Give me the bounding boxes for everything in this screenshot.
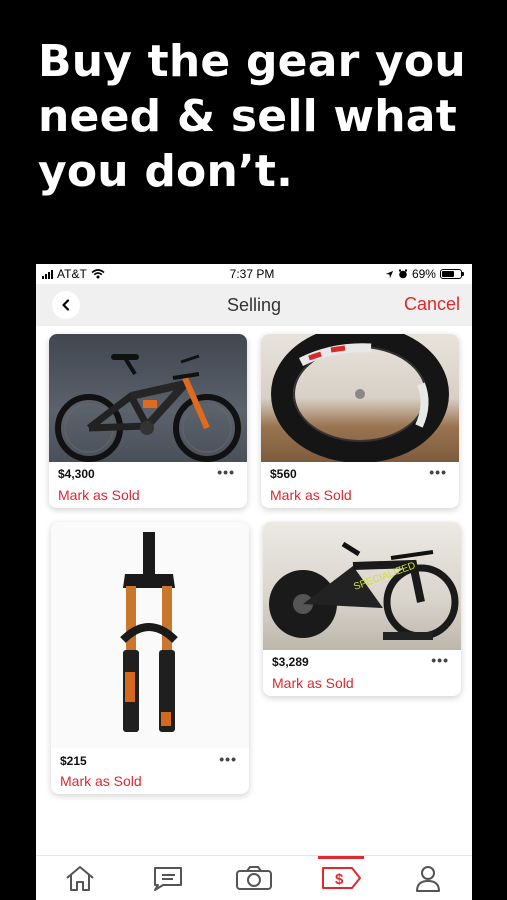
profile-icon bbox=[416, 866, 441, 892]
chevron-left-icon bbox=[62, 299, 70, 311]
more-options-icon[interactable]: ••• bbox=[219, 751, 237, 767]
status-bar: AT&T 7:37 PM 69% bbox=[36, 264, 472, 284]
listing-card[interactable]: $4,300 ••• Mark as Sold bbox=[49, 334, 247, 508]
svg-text:$: $ bbox=[335, 871, 344, 888]
alarm-icon bbox=[398, 269, 407, 279]
battery-icon bbox=[439, 269, 464, 279]
signal-icon bbox=[42, 269, 53, 279]
chat-icon bbox=[153, 867, 182, 891]
carrier-label: AT&T bbox=[57, 267, 87, 281]
listing-price: $215 bbox=[60, 754, 87, 768]
more-options-icon[interactable]: ••• bbox=[431, 652, 449, 668]
wifi-icon bbox=[91, 269, 105, 279]
listing-price: $560 bbox=[270, 467, 297, 481]
mark-as-sold-button[interactable]: Mark as Sold bbox=[270, 487, 352, 503]
more-options-icon[interactable]: ••• bbox=[429, 464, 447, 480]
page-title: Selling bbox=[226, 294, 282, 315]
triathlon-bike-photo[interactable]: SPECIALIZED bbox=[263, 522, 461, 650]
listings-grid: $4,300 ••• Mark as Sold $560 ••• Mark as… bbox=[36, 326, 472, 856]
location-icon bbox=[385, 270, 394, 278]
mark-as-sold-button[interactable]: Mark as Sold bbox=[58, 487, 140, 503]
listing-card[interactable]: SPECIALIZED $3,289 ••• Mark as Sold bbox=[263, 522, 461, 696]
tab-bar: $ bbox=[36, 855, 472, 900]
promo-headline: Buy the gear you need & sell what you do… bbox=[38, 34, 478, 199]
tab-profile[interactable] bbox=[403, 858, 453, 898]
nav-bar: Selling Cancel bbox=[36, 284, 472, 326]
battery-percent: 69% bbox=[411, 267, 436, 281]
carbon-wheel-photo[interactable] bbox=[261, 334, 459, 462]
listing-price: $3,289 bbox=[272, 655, 309, 669]
price-tag-icon: $ bbox=[322, 867, 362, 889]
phone-screen: AT&T 7:37 PM 69% Selling Cancel $4,300 •… bbox=[36, 264, 472, 900]
more-options-icon[interactable]: ••• bbox=[217, 464, 235, 480]
status-time: 7:37 PM bbox=[229, 267, 275, 281]
cancel-button[interactable]: Cancel bbox=[404, 294, 460, 315]
listing-card[interactable]: $215 ••• Mark as Sold bbox=[51, 522, 249, 794]
mark-as-sold-button[interactable]: Mark as Sold bbox=[60, 773, 142, 789]
tab-home[interactable] bbox=[55, 858, 105, 898]
back-button[interactable] bbox=[52, 291, 80, 319]
tab-messages[interactable] bbox=[142, 858, 192, 898]
promo-line-1: Buy the gear you bbox=[38, 36, 466, 87]
listing-card[interactable]: $560 ••• Mark as Sold bbox=[261, 334, 459, 508]
home-icon bbox=[65, 866, 94, 891]
mark-as-sold-button[interactable]: Mark as Sold bbox=[272, 675, 354, 691]
promo-line-3: you don’t. bbox=[38, 146, 294, 197]
tab-selling[interactable]: $ bbox=[316, 856, 366, 898]
suspension-fork-photo[interactable] bbox=[51, 522, 249, 748]
promo-line-2: need & sell what bbox=[38, 91, 457, 142]
camera-icon bbox=[235, 866, 272, 890]
listing-price: $4,300 bbox=[58, 467, 95, 481]
tab-camera[interactable] bbox=[229, 858, 279, 898]
mountain-bike-photo[interactable] bbox=[49, 334, 247, 462]
